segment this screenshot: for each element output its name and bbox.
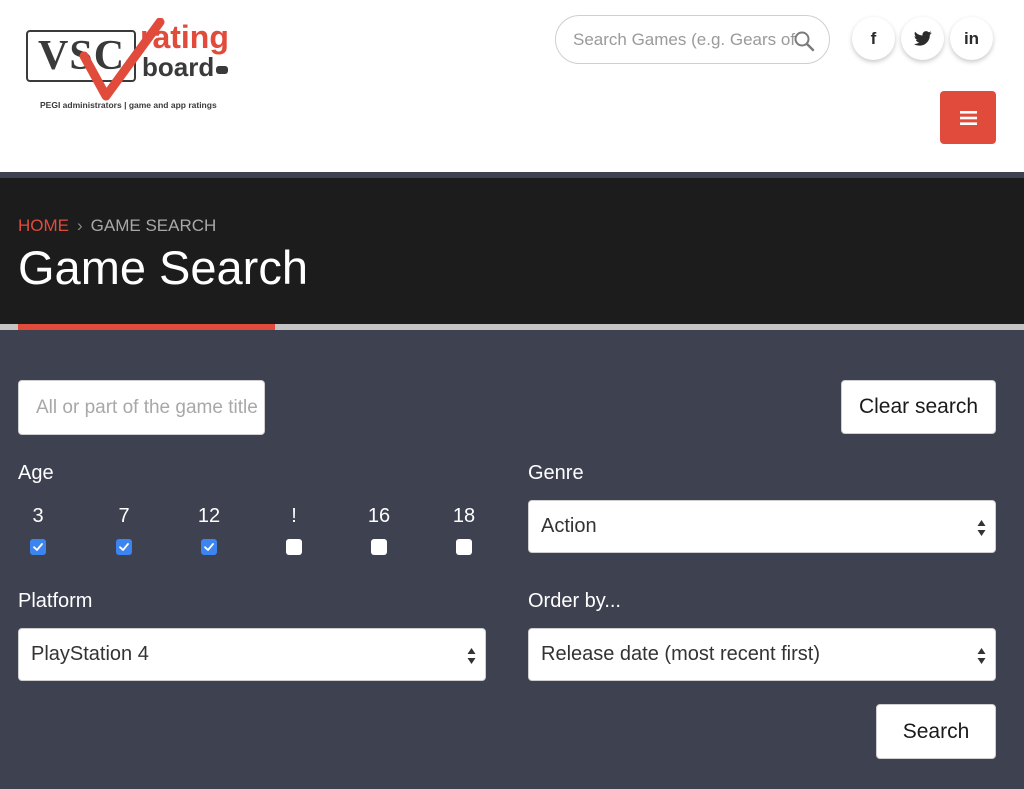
hamburger-icon	[959, 110, 977, 125]
twitter-icon	[913, 31, 932, 46]
linkedin-icon: in	[963, 28, 980, 48]
age-option-label: 16	[367, 505, 391, 527]
checkmark-icon	[119, 543, 129, 551]
genre-select[interactable]: Action	[528, 500, 996, 553]
genre-label: Genre	[528, 462, 584, 484]
age-16-checkbox[interactable]	[371, 539, 387, 555]
order-by-label: Order by...	[528, 590, 621, 612]
facebook-icon: f	[870, 28, 877, 48]
age-7-checkbox[interactable]	[116, 539, 132, 555]
breadcrumb-current: GAME SEARCH	[90, 216, 217, 235]
age-option-label: 12	[197, 505, 221, 527]
page-title: Game Search	[18, 241, 308, 294]
breadcrumb: HOME › GAME SEARCH	[18, 216, 216, 236]
checkmark-icon	[204, 543, 214, 551]
title-accent-bar	[18, 324, 275, 330]
breadcrumb-separator: ›	[77, 216, 83, 235]
logo-rating-text: rating	[140, 19, 229, 55]
select-arrows-icon	[467, 648, 476, 664]
breadcrumb-home-link[interactable]: HOME	[18, 216, 69, 235]
age-3-checkbox[interactable]	[30, 539, 46, 555]
linkedin-button[interactable]: in	[950, 17, 993, 60]
platform-selected-value: PlayStation 4	[31, 643, 149, 665]
vsc-rating-board-logo[interactable]: VSC rating board PEGI administrators | g…	[24, 18, 254, 118]
order-by-select[interactable]: Release date (most recent first)	[528, 628, 996, 681]
logo-tagline: PEGI administrators | game and app ratin…	[40, 100, 217, 110]
header-search-input[interactable]	[556, 16, 829, 63]
twitter-button[interactable]	[901, 17, 944, 60]
menu-button[interactable]	[940, 91, 996, 144]
gamepad-icon	[216, 66, 228, 74]
age-warning-checkbox[interactable]	[286, 539, 302, 555]
select-arrows-icon	[977, 520, 986, 536]
order-by-selected-value: Release date (most recent first)	[541, 643, 820, 665]
platform-select[interactable]: PlayStation 4	[18, 628, 486, 681]
logo-board-text: board	[142, 52, 215, 82]
age-option-label: 3	[32, 505, 44, 527]
age-label: Age	[18, 462, 54, 484]
checkmark-icon	[33, 543, 43, 551]
game-title-input[interactable]	[18, 380, 265, 435]
header-search-box	[555, 15, 830, 64]
facebook-button[interactable]: f	[852, 17, 895, 60]
genre-selected-value: Action	[541, 515, 597, 537]
search-button[interactable]: Search	[876, 704, 996, 759]
age-18-checkbox[interactable]	[456, 539, 472, 555]
age-option-label: 7	[118, 505, 130, 527]
site-header: VSC rating board PEGI administrators | g…	[0, 0, 1024, 172]
age-12-checkbox[interactable]	[201, 539, 217, 555]
search-icon[interactable]	[793, 30, 815, 52]
select-arrows-icon	[977, 648, 986, 664]
age-option-label: !	[291, 505, 297, 527]
age-option-label: 18	[452, 505, 476, 527]
platform-label: Platform	[18, 590, 93, 612]
clear-search-button[interactable]: Clear search	[841, 380, 996, 434]
